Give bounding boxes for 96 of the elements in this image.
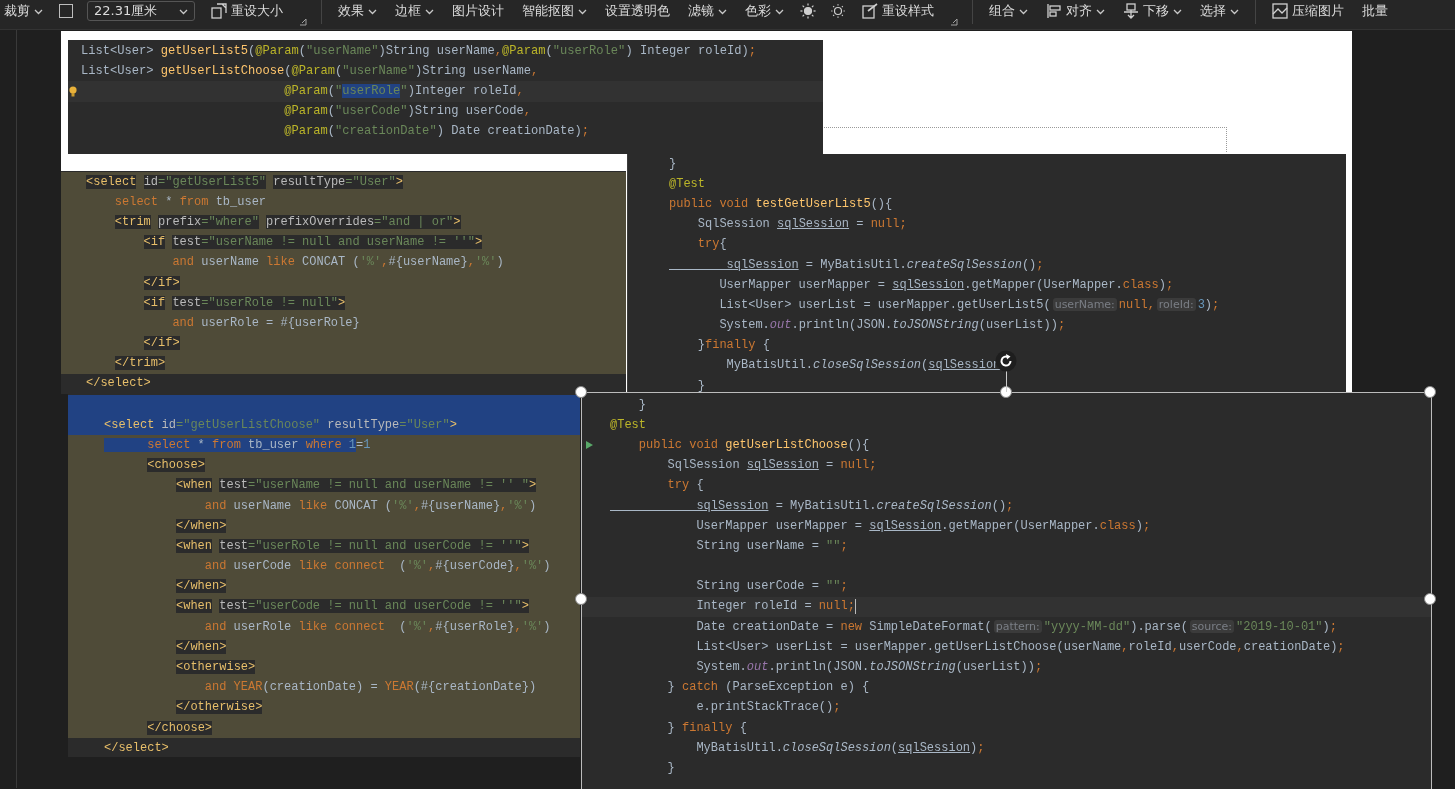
code-line: List<User> getUserListChoose(@Param("userName")String userName,	[81, 62, 539, 80]
brightness-up-icon[interactable]	[800, 3, 816, 19]
dropdown-button[interactable]: 下移	[1121, 1, 1184, 21]
code-line: and userRole like connect ('%',#{userRole},'%')	[203, 618, 551, 636]
picture-brush-icon	[862, 3, 878, 19]
run-icon[interactable]	[585, 440, 594, 451]
code-screenshot[interactable]	[68, 40, 823, 154]
code-line: @Test	[669, 175, 705, 193]
code-line: sqlSession = MyBatisUtil.createSqlSession();	[695, 497, 1014, 515]
code-line: @Test	[610, 416, 646, 434]
checkbox[interactable]	[59, 4, 73, 18]
caret-icon	[1230, 7, 1239, 15]
dialog-launcher-icon[interactable]	[950, 18, 958, 26]
code-line: MyBatisUtil.closeSqlSession(sqlSession	[725, 357, 1001, 375]
toolbar-button[interactable]: 设置透明色	[603, 1, 672, 21]
resize-icon	[211, 3, 227, 19]
dialog-launcher-icon[interactable]	[299, 18, 307, 26]
dropdown-button[interactable]: 滤镜	[686, 1, 729, 21]
code-screenshot[interactable]	[581, 392, 1432, 789]
caret-icon	[1173, 7, 1182, 15]
caret-icon	[1019, 7, 1028, 15]
code-line: public void getUserListChoose(){	[637, 436, 870, 454]
code-line: List<User> userList = userMapper.getUserList5( userName: null, roleId: 3);	[718, 297, 1220, 315]
caret-icon	[1096, 7, 1105, 15]
code-line: }	[637, 396, 646, 414]
code-screenshot[interactable]	[627, 154, 1346, 394]
caret-icon	[368, 7, 377, 15]
code-line: and userName like CONCAT ('%',#{userName},'%')	[171, 254, 504, 272]
brightness-down-icon[interactable]	[830, 3, 846, 19]
code-line: <when test="userRole != null and userCode != ''">	[175, 537, 529, 555]
dropdown-button[interactable]: 色彩	[743, 1, 786, 21]
code-line: }	[669, 155, 677, 173]
dropdown-button[interactable]: 智能抠图	[520, 1, 589, 21]
code-line: System.out.println(JSON.toJSONString(userList));	[695, 659, 1043, 677]
dropdown-button[interactable]: 对齐	[1044, 1, 1107, 21]
code-line: MyBatisUtil.closeSqlSession(sqlSession);	[695, 739, 985, 757]
dropdown-button[interactable]: 效果	[336, 1, 379, 21]
code-line: String userName = "";	[695, 537, 848, 555]
caret-icon	[718, 7, 727, 15]
code-line: SqlSession sqlSession = null;	[666, 457, 877, 475]
code-line: and userCode like connect ('%',#{userCode},'%')	[203, 558, 551, 576]
caret-icon	[425, 7, 434, 15]
lightbulb-icon[interactable]	[69, 86, 77, 98]
code-line: SqlSession sqlSession = null;	[696, 216, 907, 234]
send-backward-icon	[1123, 3, 1139, 19]
caret-icon	[34, 7, 43, 15]
width-field[interactable]: 22.31厘米	[87, 1, 195, 21]
code-line: <if test="userRole != null">	[142, 294, 346, 312]
code-line: }	[666, 759, 675, 777]
code-line: sqlSession = MyBatisUtil.createSqlSession();	[725, 256, 1044, 274]
code-line: @Param("userCode")String userCode,	[283, 103, 531, 121]
code-line: } finally {	[666, 719, 747, 737]
code-screenshot[interactable]	[68, 394, 580, 757]
code-line: }finally {	[696, 337, 770, 355]
code-line: try {	[666, 477, 704, 495]
dropdown-button[interactable]: 边框	[393, 1, 436, 21]
code-line: UserMapper userMapper = sqlSession.getMapper(UserMapper.class);	[695, 517, 1151, 535]
dropdown-button[interactable]: 选择	[1198, 1, 1241, 21]
caret-icon	[179, 7, 188, 15]
code-line: <if test="userName != null and userName != ''">	[142, 234, 483, 252]
code-line: <when test="userCode != null and userCode != ''">	[175, 598, 529, 616]
toolbar-button[interactable]: 压缩图片	[1270, 1, 1346, 21]
code-line: System.out.println(JSON.toJSONString(userList));	[718, 317, 1066, 335]
code-line: String userCode = "";	[695, 578, 848, 596]
code-line: <select id="getUserList5" resultType="User">	[86, 173, 403, 191]
code-line: and userName like CONCAT ('%',#{userName},'%')	[203, 497, 537, 515]
code-line: }	[696, 377, 705, 394]
code-line: Integer roleId = null;	[695, 598, 856, 616]
resize-handle[interactable]	[1424, 386, 1436, 398]
code-line: <select id="getUserListChoose" resultType="User">	[104, 416, 457, 434]
code-line: and userRole = #{userRole}	[171, 314, 360, 332]
code-line: List<User> getUserList5(@Param("userName")String userName,@Param("userRole") Integer roleId);	[81, 42, 757, 60]
code-screenshot[interactable]	[61, 171, 626, 394]
code-line: e.printStackTrace();	[695, 699, 841, 717]
toolbar-button[interactable]: 图片设计	[450, 1, 506, 21]
code-line: } catch (ParseException e) {	[666, 679, 870, 697]
picture-icon	[1272, 3, 1288, 19]
code-line: <trim prefix="where" prefixOverrides="and | or">	[113, 213, 461, 231]
dropdown-button[interactable]: 组合	[987, 1, 1030, 21]
toolbar-button[interactable]: 重设样式	[860, 1, 936, 21]
toolbar-button[interactable]: 重设大小	[209, 1, 285, 21]
caret-icon	[775, 7, 784, 15]
toolbar-button[interactable]: 批量	[1360, 1, 1390, 21]
code-line: List<User> userList = userMapper.getUserListChoose(userName,roleId,userCode,creationDate);	[695, 638, 1345, 656]
code-line: public void testGetUserList5(){	[669, 195, 893, 213]
code-line: try{	[696, 236, 727, 254]
code-line: @Param("creationDate") Date creationDate);	[283, 123, 590, 141]
code-line: @Param("userRole")Integer roleId,	[283, 82, 524, 100]
code-line: <when test="userName != null and userName != '' ">	[175, 477, 537, 495]
code-line: Date creationDate = new SimpleDateFormat( pattern: "yyyy-MM-dd").parse( source: "2019-10-01");	[695, 619, 1337, 637]
align-icon	[1046, 3, 1062, 19]
dropdown-button[interactable]: 裁剪	[2, 1, 45, 21]
code-line: </select>	[86, 375, 151, 393]
caret-icon	[578, 7, 587, 15]
code-line: select * from tb_user	[113, 193, 267, 211]
code-line: and YEAR(creationDate) = YEAR(#{creationDate})	[203, 679, 537, 697]
